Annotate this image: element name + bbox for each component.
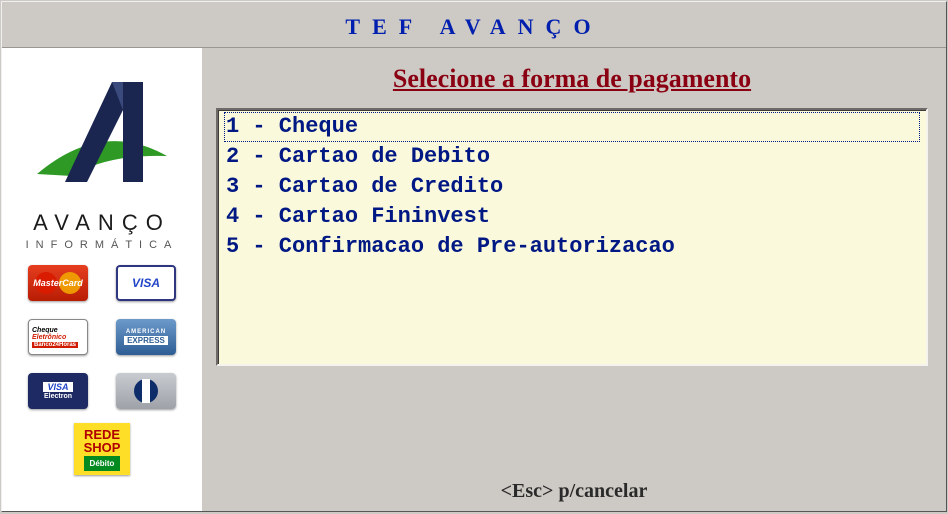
brand-name: AVANÇO (33, 210, 171, 236)
payment-option[interactable]: 2 - Cartao de Debito (224, 142, 920, 172)
avanco-logo-icon (17, 64, 187, 204)
payment-option[interactable]: 4 - Cartao Fininvest (224, 202, 920, 232)
payment-option[interactable]: 5 - Confirmacao de Pre-autorizacao (224, 232, 920, 262)
payment-option[interactable]: 1 - Cheque (224, 112, 920, 142)
visa-electron-icon: VISA Electron (28, 373, 88, 409)
visa-icon: VISA (116, 265, 176, 301)
brand-subname: INFORMÁTICA (26, 239, 179, 251)
app-title: TEF AVANÇO (345, 14, 602, 39)
app-window: TEF AVANÇO AVANÇO INFORMÁTICA MasterCard… (1, 1, 947, 512)
cheque-eletronico-icon: Cheque Eletrônico Banco24Horas (28, 319, 88, 355)
redeshop-wrap: REDE SHOP Débito (74, 423, 130, 475)
footer-hint: <Esc> p/cancelar (202, 480, 946, 503)
main-panel: Selecione a forma de pagamento 1 - Chequ… (202, 48, 946, 511)
amex-icon: AMERICAN EXPRESS (116, 319, 176, 355)
redeshop-icon: REDE SHOP Débito (74, 423, 130, 475)
payment-method-list[interactable]: 1 - Cheque2 - Cartao de Debito3 - Cartao… (216, 108, 928, 366)
page-title: Selecione a forma de pagamento (216, 64, 928, 94)
app-header: TEF AVANÇO (2, 2, 946, 48)
sidebar: AVANÇO INFORMÁTICA MasterCard VISA Chequ… (2, 48, 202, 511)
mastercard-icon: MasterCard (28, 265, 88, 301)
card-brand-grid: MasterCard VISA Cheque Eletrônico Banco2… (28, 265, 176, 409)
app-body: AVANÇO INFORMÁTICA MasterCard VISA Chequ… (2, 48, 946, 511)
payment-option[interactable]: 3 - Cartao de Credito (224, 172, 920, 202)
diners-icon (116, 373, 176, 409)
